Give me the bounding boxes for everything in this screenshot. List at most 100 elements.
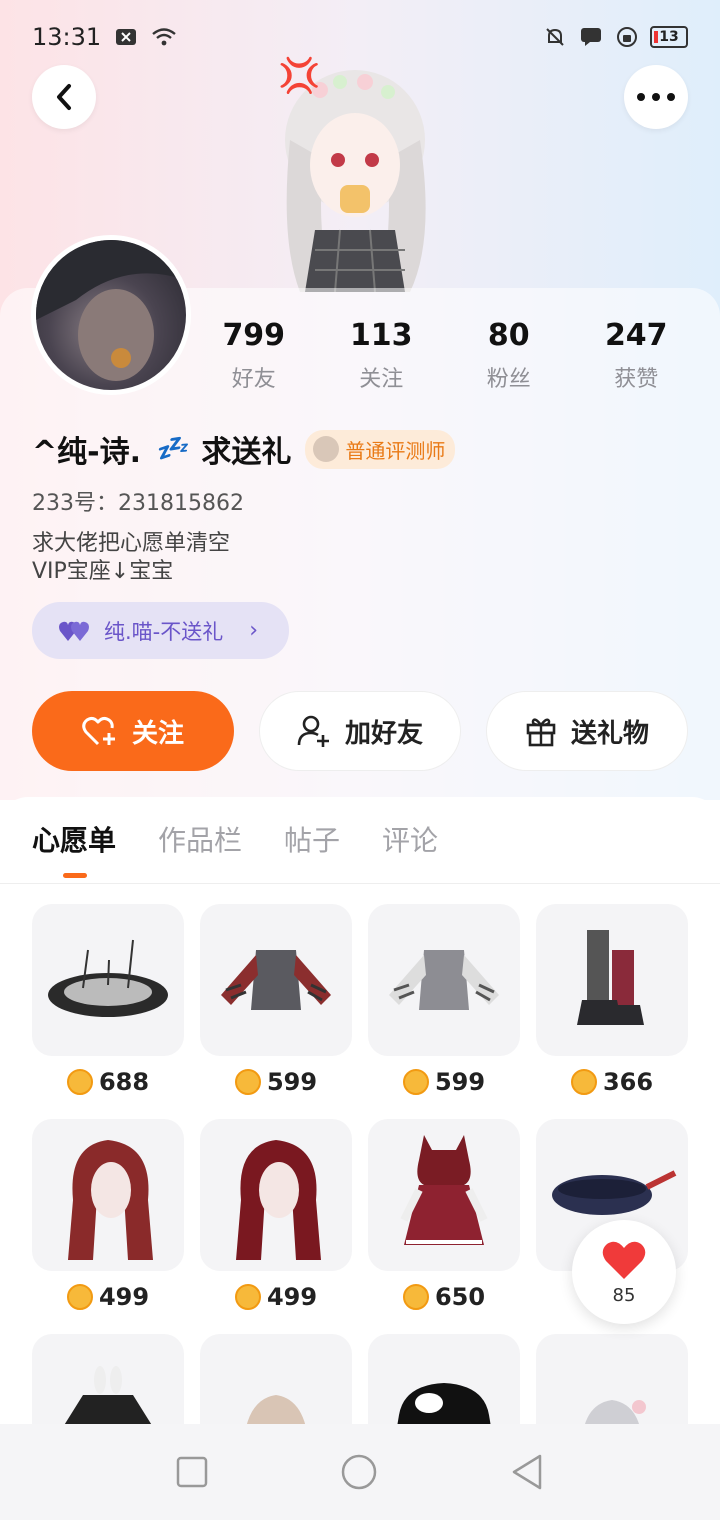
stat-label: 好友: [231, 367, 276, 392]
price-value: 599: [434, 1068, 486, 1096]
user-id: 233号：231815862: [32, 491, 244, 516]
wishlist-item[interactable]: 650: [368, 1119, 520, 1311]
coin-icon: [402, 1069, 429, 1095]
username: ^纯-诗.: [32, 435, 141, 470]
tab-wishlist[interactable]: 心愿单: [32, 819, 116, 859]
badge-label: 普通评测师: [345, 438, 446, 463]
item-price: 688: [32, 1068, 184, 1096]
wishlist-item[interactable]: 688: [32, 904, 184, 1096]
tab-comments[interactable]: 评论: [382, 819, 438, 859]
price-value: 650: [434, 1283, 486, 1311]
username-tagline: 求送礼: [201, 435, 292, 470]
item-price: 599: [368, 1068, 520, 1096]
stat-label: 获赞: [614, 367, 659, 392]
coin-icon: [66, 1069, 93, 1095]
bio-line: VIP宝座↓宝宝: [32, 559, 174, 584]
price-value: 499: [266, 1283, 318, 1311]
wishlist-item[interactable]: 599: [200, 904, 352, 1096]
sleep-icon: 💤: [154, 434, 188, 464]
item-price: 499: [200, 1283, 352, 1311]
avatar-photo: [36, 240, 186, 381]
item-price: 599: [200, 1068, 352, 1096]
coin-icon: [402, 1284, 429, 1310]
action-buttons: 关注 加好友 送礼物: [32, 691, 688, 771]
system-navigation-bar: [0, 1424, 720, 1520]
item-thumbnail: [200, 904, 352, 1056]
heart-icon: [602, 1241, 646, 1279]
double-heart-icon: [59, 621, 89, 641]
stat-value: 80: [487, 318, 530, 353]
gift-icon: [526, 718, 556, 747]
price-value: 366: [602, 1068, 654, 1096]
heart-plus-icon: [82, 716, 115, 746]
item-price: 499: [32, 1283, 184, 1311]
bio: 求大佬把心愿单清空 VIP宝座↓宝宝: [32, 530, 230, 586]
stat-value: 247: [604, 318, 668, 353]
avatar[interactable]: [31, 235, 191, 395]
stat-label: 关注: [359, 367, 404, 392]
fan-pill-label: 纯.喵-不送礼: [104, 619, 224, 644]
coin-icon: [570, 1069, 597, 1095]
send-gift-button[interactable]: 送礼物: [486, 691, 688, 771]
price-value: 499: [98, 1283, 150, 1311]
bio-line: 求大佬把心愿单清空: [32, 531, 231, 556]
tab-works[interactable]: 作品栏: [158, 819, 242, 859]
add-friend-button[interactable]: 加好友: [259, 691, 461, 771]
item-price: 366: [536, 1068, 688, 1096]
coin-icon: [234, 1284, 261, 1310]
stat-value: 113: [349, 318, 413, 353]
back-button[interactable]: [32, 65, 96, 129]
tab-posts[interactable]: 帖子: [284, 819, 340, 859]
more-options-button[interactable]: [624, 65, 688, 129]
item-thumbnail: [32, 1119, 184, 1271]
wishlist-item[interactable]: 499: [200, 1119, 352, 1311]
fan-group-pill[interactable]: 纯.喵-不送礼 ›: [32, 602, 289, 659]
reviewer-badge[interactable]: 普通评测师: [305, 429, 456, 469]
like-count: 85: [612, 1284, 636, 1306]
battery-icon: 13: [650, 26, 688, 48]
message-icon: [578, 26, 604, 48]
more-dots-icon: [637, 93, 675, 101]
send-gift-label: 送礼物: [570, 718, 649, 749]
stat-following[interactable]: 113 关注: [318, 318, 446, 393]
item-thumbnail: [368, 904, 520, 1056]
recent-apps-icon[interactable]: [176, 1456, 208, 1488]
like-button[interactable]: 85: [572, 1220, 676, 1324]
stat-label: 粉丝: [486, 367, 531, 392]
add-user-icon: [297, 715, 329, 747]
notification-x-icon: [113, 26, 139, 48]
chevron-right-icon: ›: [249, 618, 259, 643]
anger-mark-icon: 💢: [278, 56, 321, 96]
chevron-left-icon: [57, 84, 71, 110]
stat-value: 799: [222, 318, 286, 353]
stat-likes[interactable]: 247 获赞: [573, 318, 701, 393]
home-icon[interactable]: [340, 1453, 378, 1491]
back-nav-icon[interactable]: [510, 1453, 544, 1491]
name-row: ^纯-诗. 💤 求送礼 普通评测师: [32, 427, 456, 471]
wishlist-item[interactable]: 599: [368, 904, 520, 1096]
add-friend-label: 加好友: [344, 718, 423, 749]
coin-icon: [234, 1069, 261, 1095]
badge-icon: [313, 436, 340, 462]
mute-bell-icon: [542, 26, 568, 48]
clock: 13:31: [32, 23, 102, 51]
item-price: 650: [368, 1283, 520, 1311]
profile-stats: 799 好友 113 关注 80 粉丝 247 获赞: [190, 318, 700, 393]
content-tabs: 心愿单 作品栏 帖子 评论: [0, 797, 720, 884]
item-thumbnail: [32, 904, 184, 1056]
item-thumbnail: [536, 904, 688, 1056]
wishlist-item[interactable]: 499: [32, 1119, 184, 1311]
active-tab-indicator: [63, 873, 87, 878]
item-thumbnail: [200, 1119, 352, 1271]
coin-icon: [66, 1284, 93, 1310]
item-thumbnail: [368, 1119, 520, 1271]
price-value: 599: [266, 1068, 318, 1096]
rotation-lock-icon: [614, 26, 640, 48]
wifi-icon: [151, 26, 177, 48]
wishlist-item[interactable]: 366: [536, 904, 688, 1096]
stat-fans[interactable]: 80 粉丝: [445, 318, 573, 393]
stat-friends[interactable]: 799 好友: [190, 318, 318, 393]
price-value: 688: [98, 1068, 150, 1096]
follow-label: 关注: [131, 718, 184, 749]
follow-button[interactable]: 关注: [32, 691, 234, 771]
